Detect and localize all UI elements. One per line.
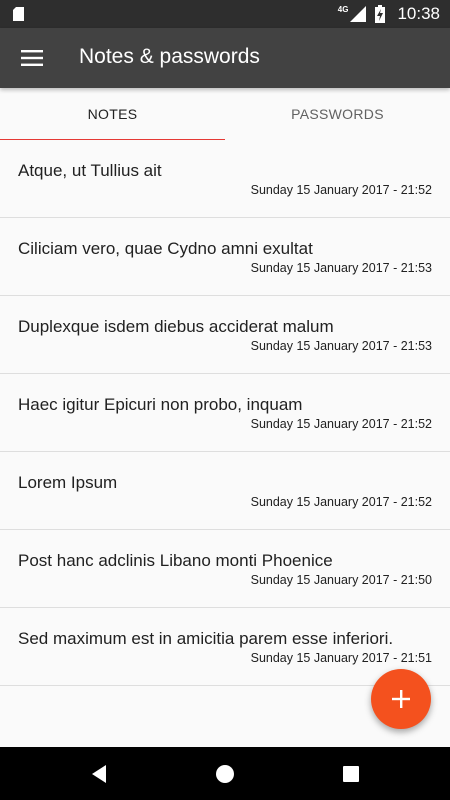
note-title: Haec igitur Epicuri non probo, inquam	[18, 395, 303, 414]
battery-charging-icon	[375, 5, 386, 23]
hamburger-menu-icon	[21, 50, 43, 66]
list-item[interactable]: Ciliciam vero, quae Cydno amni exultat S…	[0, 218, 450, 296]
note-date: Sunday 15 January 2017 - 21:52	[250, 495, 432, 509]
recents-icon	[343, 766, 359, 782]
note-date: Sunday 15 January 2017 - 21:52	[250, 183, 432, 197]
plus-icon	[392, 690, 410, 708]
tab-passwords[interactable]: PASSWORDS	[225, 88, 450, 140]
note-title: Lorem Ipsum	[18, 473, 118, 492]
network-type-label: 4G	[337, 4, 349, 14]
app-bar: Notes & passwords	[0, 28, 450, 88]
list-item[interactable]: Post hanc adclinis Libano monti Phoenice…	[0, 530, 450, 608]
tab-bar: NOTES PASSWORDS	[0, 88, 450, 141]
nav-home-button[interactable]	[210, 759, 240, 789]
note-title: Post hanc adclinis Libano monti Phoenice	[18, 551, 333, 570]
note-title: Duplexque isdem diebus acciderat malum	[18, 317, 334, 336]
page-title: Notes & passwords	[79, 45, 260, 68]
list-item[interactable]: Duplexque isdem diebus acciderat malum S…	[0, 296, 450, 374]
menu-button[interactable]	[12, 38, 52, 78]
status-clock: 10:38	[397, 4, 440, 23]
note-date: Sunday 15 January 2017 - 21:51	[250, 651, 432, 665]
note-title: Atque, ut Tullius ait	[18, 161, 162, 180]
sd-card-icon	[13, 7, 24, 21]
signal-icon	[350, 6, 367, 22]
note-title: Ciliciam vero, quae Cydno amni exultat	[18, 239, 313, 258]
nav-back-button[interactable]	[84, 759, 114, 789]
note-title: Sed maximum est in amicitia parem esse i…	[18, 629, 394, 648]
status-bar: 4G 10:38	[0, 0, 450, 28]
system-nav-bar	[0, 747, 450, 800]
notes-list: Atque, ut Tullius ait Sunday 15 January …	[0, 140, 450, 686]
note-date: Sunday 15 January 2017 - 21:53	[250, 339, 432, 353]
add-note-button[interactable]	[371, 669, 431, 729]
list-item[interactable]: Atque, ut Tullius ait Sunday 15 January …	[0, 140, 450, 218]
home-icon	[216, 765, 234, 783]
list-item[interactable]: Haec igitur Epicuri non probo, inquam Su…	[0, 374, 450, 452]
back-icon	[92, 765, 106, 783]
note-date: Sunday 15 January 2017 - 21:53	[250, 261, 432, 275]
list-item[interactable]: Lorem Ipsum Sunday 15 January 2017 - 21:…	[0, 452, 450, 530]
tab-notes[interactable]: NOTES	[0, 88, 225, 140]
note-date: Sunday 15 January 2017 - 21:50	[250, 573, 432, 587]
nav-recents-button[interactable]	[336, 759, 366, 789]
note-date: Sunday 15 January 2017 - 21:52	[250, 417, 432, 431]
